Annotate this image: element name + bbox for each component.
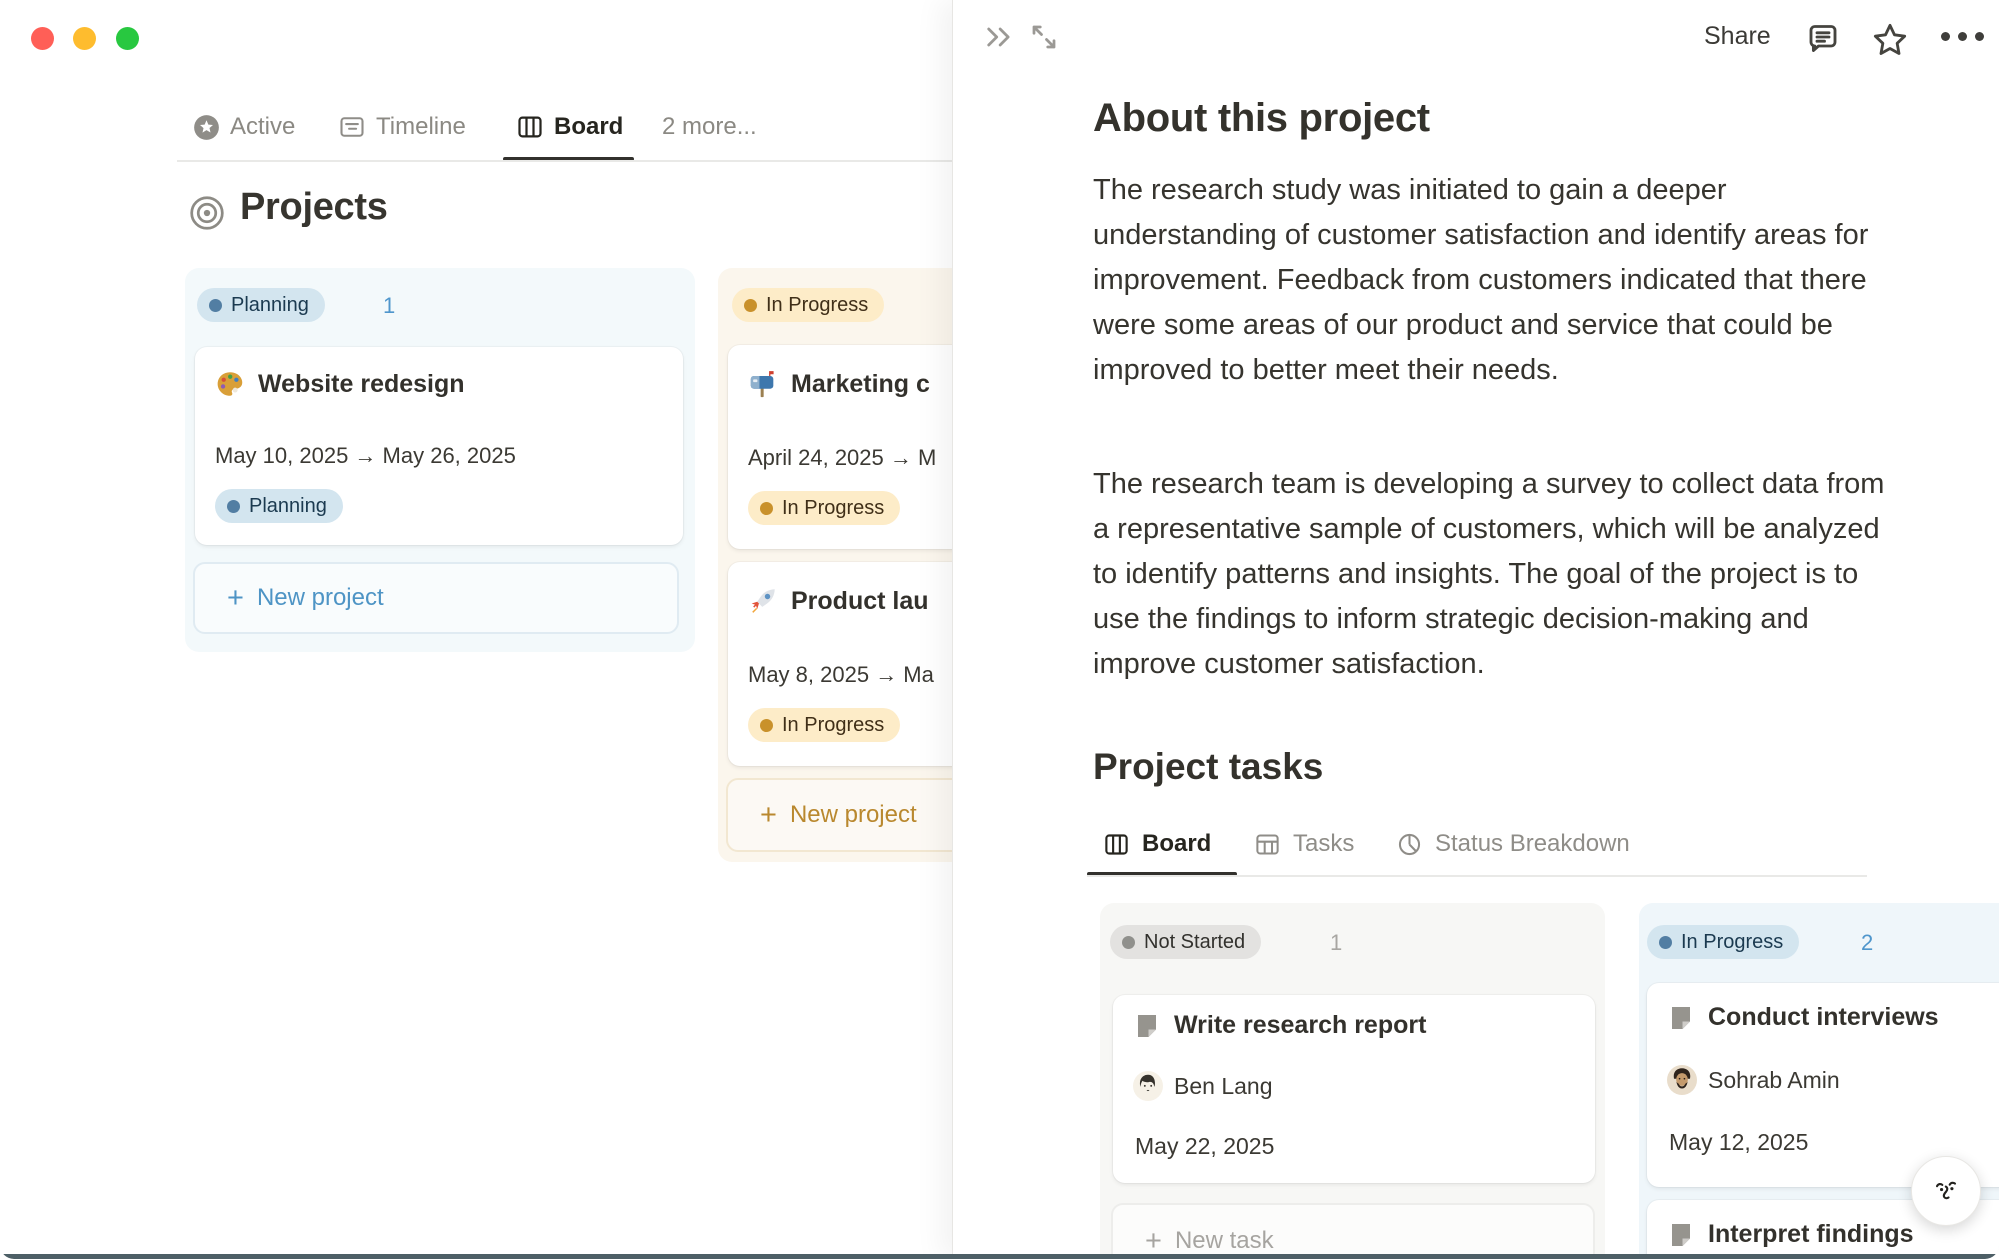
- notion-window: Active Timeline Board 2 more... Projects: [0, 0, 1999, 1259]
- card-title: Product lau: [791, 587, 929, 616]
- status-dot: [744, 299, 757, 312]
- star-circle-icon: [193, 114, 220, 141]
- card-title: Write research report: [1174, 1011, 1426, 1040]
- about-heading: About this project: [1093, 96, 1430, 141]
- board-column-planning: Planning 1 Website redesign May 10, 2025…: [185, 268, 695, 652]
- card-status-pill: In Progress: [748, 491, 900, 525]
- card-date-range: May 8, 2025 → Ma: [748, 662, 934, 688]
- tab-label: Board: [554, 113, 623, 141]
- ai-face-icon: [1927, 1172, 1965, 1210]
- task-column-not-started: Not Started 1 Write research report Ben …: [1100, 903, 1605, 1259]
- status-dot: [227, 500, 240, 513]
- tasks-tab-board[interactable]: Board: [1103, 822, 1211, 866]
- tab-board-view[interactable]: Board: [516, 106, 623, 148]
- tab-more-views[interactable]: 2 more...: [662, 106, 757, 148]
- tab-active-view[interactable]: Active: [193, 106, 295, 148]
- tab-timeline-view[interactable]: Timeline: [338, 106, 466, 148]
- card-date-range: May 10, 2025 → May 26, 2025: [215, 443, 516, 469]
- side-peek-panel: Share About this project The research st…: [952, 0, 1999, 1259]
- table-icon: [1254, 831, 1281, 858]
- page-title: Projects: [240, 186, 388, 229]
- more-options-icon[interactable]: [1941, 32, 1984, 41]
- column-status-pill-not-started[interactable]: Not Started: [1110, 925, 1261, 959]
- page-icon: [1667, 1221, 1695, 1249]
- avatar: [1133, 1071, 1163, 1101]
- board-icon: [1103, 831, 1130, 858]
- plus-icon: +: [760, 801, 777, 830]
- favorite-star-icon[interactable]: [1870, 20, 1910, 60]
- page-icon: [1667, 1004, 1695, 1032]
- card-title: Conduct interviews: [1708, 1003, 1939, 1032]
- assignee-name: Ben Lang: [1174, 1073, 1272, 1100]
- minimize-window-button[interactable]: [73, 27, 96, 50]
- status-dot: [760, 502, 773, 515]
- plus-icon: +: [227, 584, 244, 613]
- status-dot: [209, 299, 222, 312]
- project-card-marketing[interactable]: Marketing c April 24, 2025 → M In Progre…: [728, 345, 952, 549]
- avatar: [1667, 1065, 1697, 1095]
- tab-label: Timeline: [376, 113, 466, 141]
- new-project-button-planning[interactable]: + New project: [193, 562, 679, 634]
- tasks-tab-status-breakdown[interactable]: Status Breakdown: [1396, 822, 1630, 866]
- project-card-product-launch[interactable]: Product lau May 8, 2025 → Ma In Progress: [728, 562, 952, 766]
- projects-page: Active Timeline Board 2 more... Projects: [0, 0, 952, 1259]
- column-count: 2: [1861, 930, 1873, 956]
- task-card-write-research-report[interactable]: Write research report Ben Lang May 22, 2…: [1113, 995, 1595, 1183]
- new-project-button-in-progress[interactable]: + New project: [726, 778, 952, 852]
- timeline-icon: [338, 113, 366, 141]
- about-paragraph-2: The research team is developing a survey…: [1093, 462, 1885, 687]
- status-dot: [760, 719, 773, 732]
- project-card-website-redesign[interactable]: Website redesign May 10, 2025 → May 26, …: [195, 347, 683, 545]
- column-status-pill-planning[interactable]: Planning: [197, 288, 325, 322]
- target-icon: [188, 194, 226, 232]
- column-status-pill-in-progress[interactable]: In Progress: [732, 288, 884, 322]
- card-title: Website redesign: [258, 370, 465, 399]
- status-dot: [1659, 936, 1672, 949]
- task-due-date: May 12, 2025: [1669, 1129, 1808, 1156]
- share-button[interactable]: Share: [1704, 22, 1771, 51]
- new-task-button[interactable]: + New task: [1111, 1203, 1595, 1259]
- pie-chart-icon: [1396, 831, 1423, 858]
- assignee-name: Sohrab Amin: [1708, 1067, 1840, 1094]
- task-due-date: May 22, 2025: [1135, 1133, 1274, 1160]
- tasks-tab-table[interactable]: Tasks: [1254, 822, 1354, 866]
- comments-icon[interactable]: [1805, 22, 1841, 58]
- mailbox-icon: [748, 369, 778, 399]
- palette-icon: [215, 369, 245, 399]
- rocket-icon: [748, 586, 778, 616]
- board-column-in-progress: In Progress Marketing c April 24, 2025 →…: [718, 268, 952, 862]
- tabs-divider: [1087, 875, 1867, 877]
- column-status-pill-in-progress[interactable]: In Progress: [1647, 925, 1799, 959]
- card-date-range: April 24, 2025 → M: [748, 445, 936, 471]
- tabs-divider: [177, 160, 952, 162]
- close-peek-chevrons-icon[interactable]: [983, 22, 1015, 52]
- status-dot: [1122, 936, 1135, 949]
- zoom-window-button[interactable]: [116, 27, 139, 50]
- card-status-pill: Planning: [215, 489, 343, 523]
- window-bottom-edge: [0, 1254, 1999, 1259]
- plus-icon: +: [1145, 1227, 1162, 1256]
- about-paragraph-1: The research study was initiated to gain…: [1093, 168, 1885, 393]
- close-window-button[interactable]: [31, 27, 54, 50]
- card-title: Interpret findings: [1708, 1220, 1914, 1249]
- tab-label: 2 more...: [662, 113, 757, 141]
- board-icon: [516, 113, 544, 141]
- column-count: 1: [383, 293, 395, 319]
- tab-label: Active: [230, 113, 295, 141]
- expand-page-icon[interactable]: [1029, 22, 1059, 52]
- notion-ai-button[interactable]: [1911, 1156, 1981, 1226]
- card-title: Marketing c: [791, 370, 930, 399]
- column-count: 1: [1330, 930, 1342, 956]
- card-status-pill: In Progress: [748, 708, 900, 742]
- project-tasks-heading: Project tasks: [1093, 746, 1323, 788]
- page-icon: [1133, 1012, 1161, 1040]
